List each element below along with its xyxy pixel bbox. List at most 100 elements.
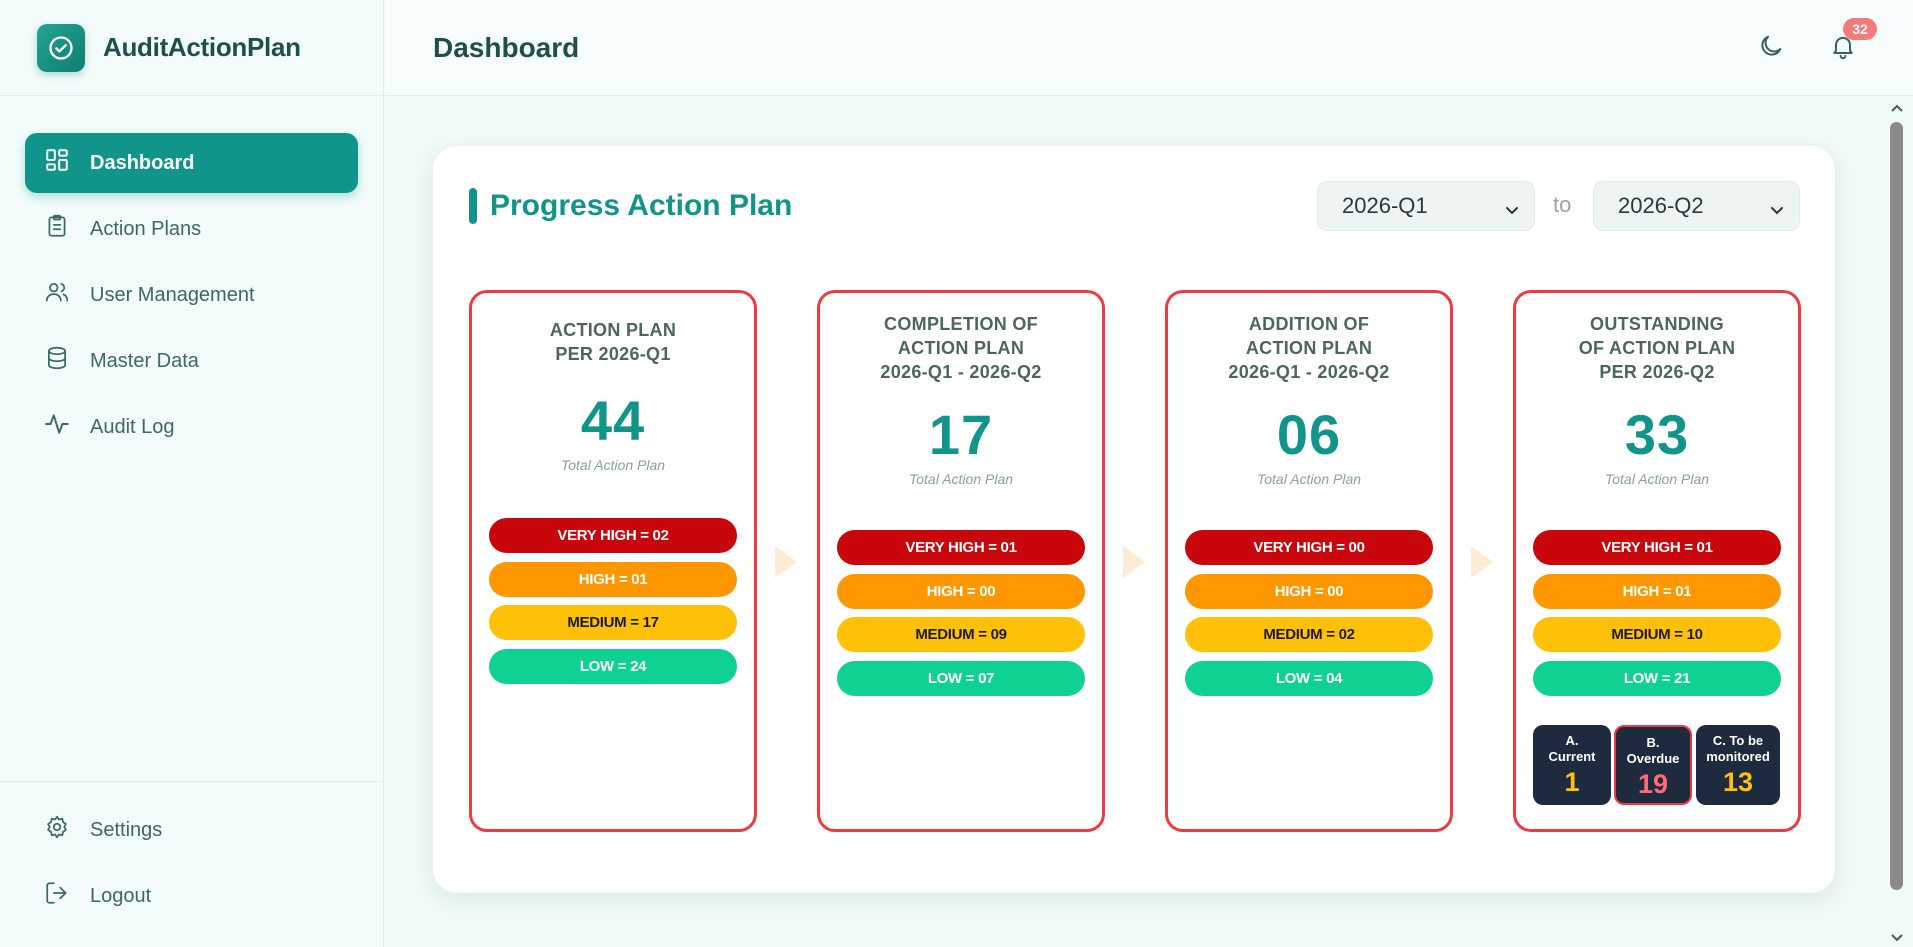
chevron-down-icon: [1504, 198, 1520, 224]
clipboard-icon: [44, 213, 70, 245]
card-header: Progress Action Plan: [469, 188, 792, 224]
panel-heading-line: PER 2026-Q2: [1599, 362, 1715, 382]
panel-addition: ADDITION OF ACTION PLAN 2026-Q1 - 2026-Q…: [1165, 290, 1453, 832]
medium-pill: MEDIUM = 09: [837, 617, 1085, 652]
panel-heading-line: OF ACTION PLAN: [1578, 338, 1736, 358]
status-tile-current[interactable]: A. Current 1: [1533, 725, 1611, 805]
tile-value: 1: [1564, 767, 1580, 797]
sidebar-item-label: Master Data: [90, 349, 199, 372]
moon-icon: [1757, 32, 1785, 65]
activity-icon: [44, 411, 70, 443]
panel-heading-line: PER 2026-Q1: [555, 344, 671, 364]
panel-action-plan: ACTION PLAN PER 2026-Q1 44 Total Action …: [469, 290, 757, 832]
database-icon: [44, 345, 70, 377]
panel-heading: COMPLETION OF ACTION PLAN 2026-Q1 - 2026…: [820, 312, 1102, 384]
sidebar-item-action-plans[interactable]: Action Plans: [25, 199, 358, 259]
sidebar: AuditActionPlan Dashboard Action Plans U…: [0, 0, 384, 947]
sidebar-item-label: Action Plans: [90, 217, 202, 240]
panel-heading-line: ACTION PLAN: [1245, 338, 1373, 358]
gear-icon: [44, 814, 70, 846]
very-high-pill: VERY HIGH = 00: [1185, 530, 1433, 565]
top-header: Dashboard 32: [385, 0, 1913, 96]
low-pill: LOW = 07: [837, 660, 1085, 696]
tile-label-line: Overdue: [1626, 751, 1680, 766]
status-tile-monitored[interactable]: C. To be monitored 13: [1696, 725, 1780, 805]
triangle-arrow-right-icon: [1471, 546, 1493, 578]
panel-heading: ADDITION OF ACTION PLAN 2026-Q1 - 2026-Q…: [1168, 312, 1450, 384]
logout-icon: [44, 880, 70, 912]
tile-label-line: monitored: [1706, 749, 1770, 764]
severity-list: VERY HIGH = 01 HIGH = 00 MEDIUM = 09 LOW…: [837, 530, 1085, 704]
low-pill: LOW = 04: [1185, 660, 1433, 696]
period-to-value: 2026-Q2: [1618, 193, 1704, 218]
dark-mode-toggle[interactable]: [1751, 28, 1791, 68]
tile-label-line: A.: [1565, 733, 1579, 748]
status-tile-overdue[interactable]: B. Overdue 19: [1614, 725, 1692, 805]
sidebar-item-label: Logout: [90, 884, 152, 907]
medium-pill: MEDIUM = 02: [1185, 617, 1433, 652]
scrollbar-thumb[interactable]: [1890, 122, 1903, 890]
notification-badge: 32: [1843, 18, 1877, 40]
sidebar-footer: Settings Logout: [0, 781, 384, 932]
panel-total-label: Total Action Plan: [1604, 471, 1710, 487]
page-title: Dashboard: [433, 31, 580, 63]
sidebar-item-settings[interactable]: Settings: [25, 800, 359, 860]
to-label: to: [1553, 192, 1572, 217]
users-icon: [44, 279, 70, 311]
period-to-select[interactable]: 2026-Q2: [1593, 181, 1800, 231]
medium-pill: MEDIUM = 10: [1533, 617, 1781, 652]
sidebar-item-logout[interactable]: Logout: [25, 866, 359, 926]
very-high-pill: VERY HIGH = 01: [1533, 530, 1781, 565]
high-pill: HIGH = 00: [1185, 573, 1433, 609]
scroll-down-arrow-icon[interactable]: [1886, 930, 1908, 946]
tile-label-line: C. To be: [1712, 733, 1764, 748]
panel-total: 06: [1276, 403, 1342, 466]
high-pill: HIGH = 01: [1533, 573, 1781, 609]
panel-heading-line: ADDITION OF: [1248, 314, 1370, 334]
panel-total-label: Total Action Plan: [1256, 471, 1362, 487]
tile-value: 13: [1722, 767, 1754, 797]
sidebar-item-audit-log[interactable]: Audit Log: [25, 397, 358, 457]
triangle-arrow-right-icon: [1123, 546, 1145, 578]
period-from-value: 2026-Q1: [1342, 193, 1428, 218]
tile-label-line: B.: [1646, 735, 1660, 750]
low-pill: LOW = 24: [489, 648, 737, 684]
severity-list: VERY HIGH = 02 HIGH = 01 MEDIUM = 17 LOW…: [489, 518, 737, 692]
panel-total-label: Total Action Plan: [908, 471, 1014, 487]
period-from-select[interactable]: 2026-Q1: [1317, 181, 1535, 231]
sidebar-item-user-management[interactable]: User Management: [25, 265, 358, 325]
brand-name: AuditActionPlan: [103, 32, 301, 62]
triangle-arrow-right-icon: [775, 546, 797, 578]
brand[interactable]: AuditActionPlan: [0, 0, 383, 96]
low-pill: LOW = 21: [1533, 660, 1781, 696]
sidebar-item-label: Dashboard: [90, 151, 195, 174]
medium-pill: MEDIUM = 17: [489, 605, 737, 640]
panel-total-label: Total Action Plan: [560, 457, 666, 473]
panel-total: 44: [580, 389, 646, 452]
sidebar-item-label: User Management: [90, 283, 255, 306]
sidebar-item-dashboard[interactable]: Dashboard: [25, 133, 358, 193]
panel-total: 33: [1624, 403, 1690, 466]
panel-total: 17: [928, 403, 994, 466]
chevron-down-icon: [1769, 198, 1785, 224]
title-accent-bar: [469, 188, 477, 224]
sidebar-item-master-data[interactable]: Master Data: [25, 331, 358, 391]
scroll-up-arrow-icon[interactable]: [1886, 100, 1908, 116]
panel-heading-line: COMPLETION OF: [884, 314, 1038, 334]
vertical-scrollbar[interactable]: [1886, 96, 1908, 947]
header-actions: 32: [1713, 0, 1913, 96]
high-pill: HIGH = 00: [837, 573, 1085, 609]
card-title: Progress Action Plan: [490, 189, 793, 222]
high-pill: HIGH = 01: [489, 561, 737, 597]
tile-label-line: Current: [1548, 749, 1596, 764]
panel-outstanding: OUTSTANDING OF ACTION PLAN PER 2026-Q2 3…: [1513, 290, 1801, 832]
severity-list: VERY HIGH = 01 HIGH = 01 MEDIUM = 10 LOW…: [1533, 530, 1781, 704]
progress-card: Progress Action Plan 2026-Q1 to 2026-Q2 …: [433, 146, 1835, 893]
panel-completion: COMPLETION OF ACTION PLAN 2026-Q1 - 2026…: [817, 290, 1105, 832]
panel-heading-line: 2026-Q1 - 2026-Q2: [880, 362, 1042, 382]
panel-heading-line: OUTSTANDING: [1590, 314, 1724, 334]
check-circle-logo-icon: [37, 23, 85, 72]
tile-value: 19: [1637, 769, 1669, 799]
severity-list: VERY HIGH = 00 HIGH = 00 MEDIUM = 02 LOW…: [1185, 530, 1433, 704]
main-nav: Dashboard Action Plans User Management M…: [0, 96, 383, 457]
